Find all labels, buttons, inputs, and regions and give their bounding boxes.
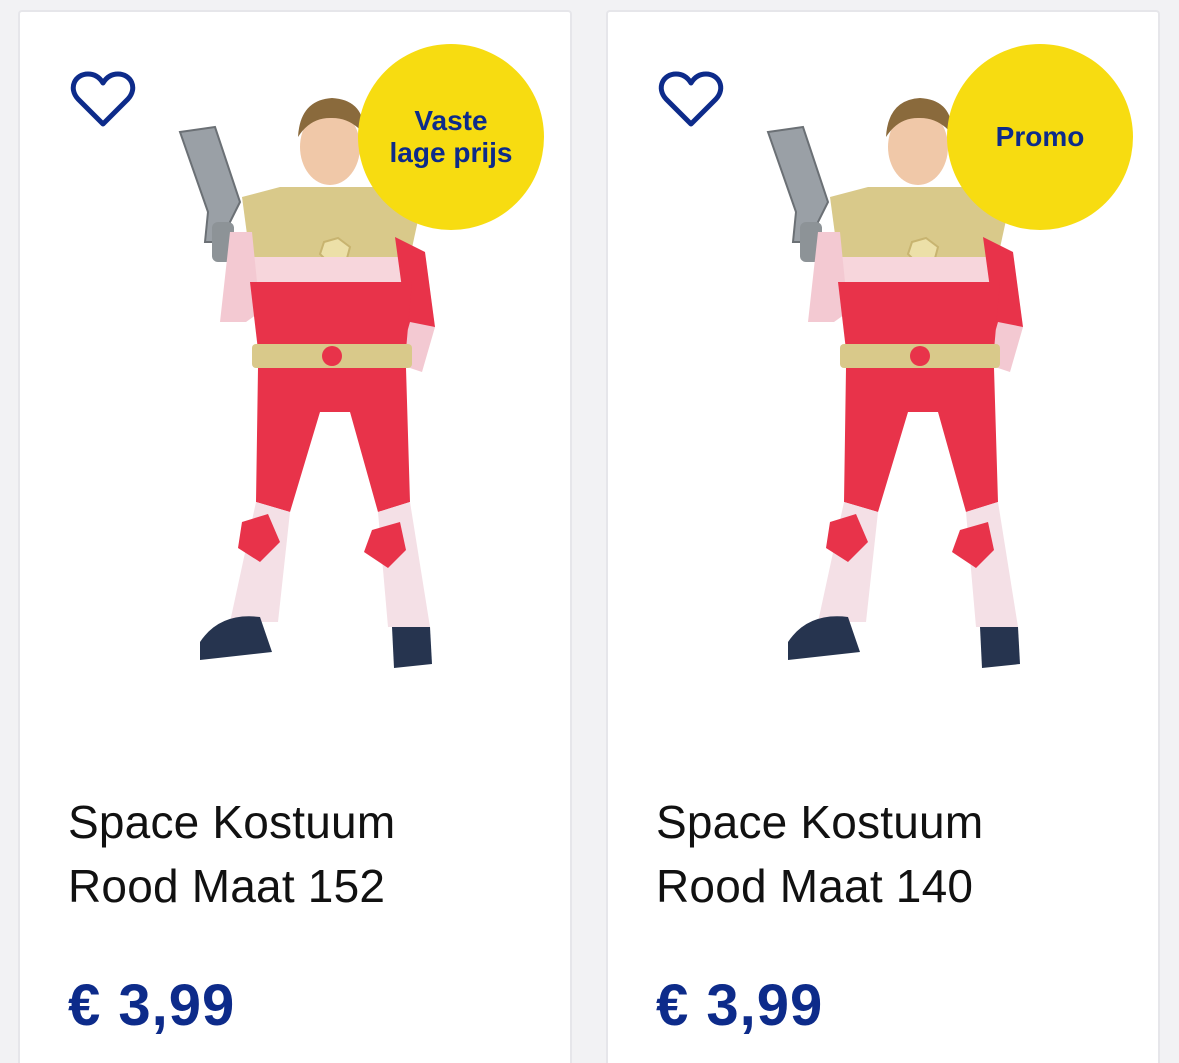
product-title-line: Space Kostuum [656, 796, 984, 848]
product-card[interactable]: Vaste lage prijs Space Kostuum Rood Maat… [18, 10, 572, 1063]
product-card[interactable]: Promo Space Kostuum Rood Maat 140 € 3,99 [606, 10, 1160, 1063]
promo-badge-label: Promo [995, 121, 1085, 152]
product-title-line: Rood Maat 140 [656, 860, 974, 912]
price-badge: Vaste lage prijs [358, 44, 544, 230]
product-title[interactable]: Space Kostuum Rood Maat 152 [68, 790, 538, 918]
product-title-line: Space Kostuum [68, 796, 396, 848]
product-title[interactable]: Space Kostuum Rood Maat 140 [656, 790, 1126, 918]
favorite-heart-icon[interactable] [70, 70, 136, 130]
promo-badge: Promo [947, 44, 1133, 230]
price-badge-label: Vaste lage prijs [389, 105, 513, 168]
favorite-heart-icon[interactable] [658, 70, 724, 130]
product-title-line: Rood Maat 152 [68, 860, 386, 912]
product-price: € 3,99 [68, 973, 236, 1038]
product-grid: Vaste lage prijs Space Kostuum Rood Maat… [0, 0, 1179, 1063]
product-price: € 3,99 [656, 973, 824, 1038]
